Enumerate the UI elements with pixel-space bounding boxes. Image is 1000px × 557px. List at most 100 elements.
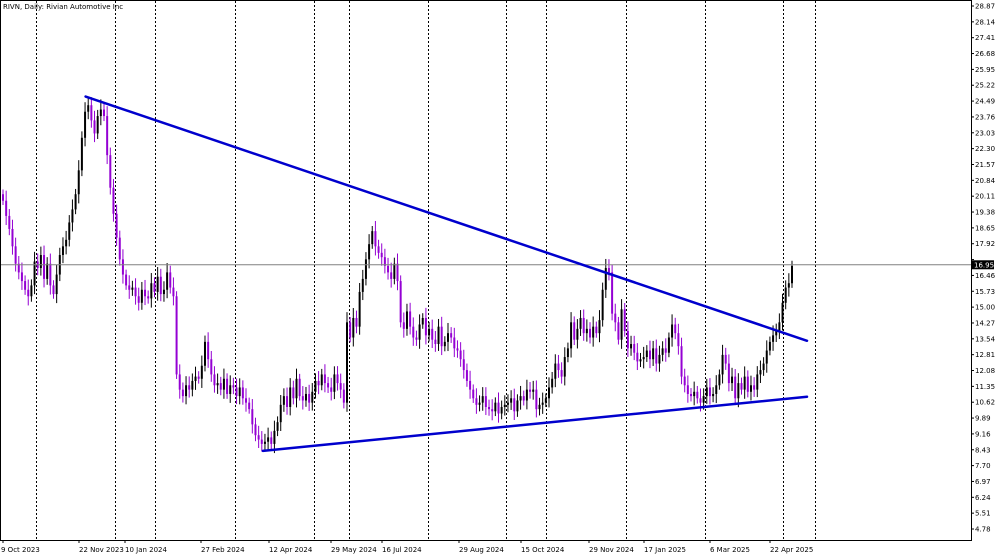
candle-body [721, 354, 724, 375]
time-tick-label: 16 Jul 2024 [382, 546, 422, 554]
candle-body [197, 376, 200, 379]
candle-body [267, 437, 270, 442]
candle-body [131, 287, 134, 290]
candle-body [203, 341, 206, 366]
candle-body [333, 374, 336, 392]
candle-body [462, 359, 465, 371]
candle-body [718, 374, 721, 386]
candle-body [497, 402, 500, 414]
candle-body [368, 244, 371, 260]
candle-body [620, 309, 623, 340]
candle-body [87, 105, 90, 112]
candle-body [390, 272, 393, 279]
price-tick-label: 21.57 [975, 161, 995, 169]
candle [175, 291, 178, 379]
candle-body [705, 387, 708, 397]
candle-body [472, 389, 475, 399]
candle-body [677, 333, 680, 347]
candle-body [683, 376, 686, 386]
candle-body [737, 383, 740, 399]
candle-body [478, 402, 481, 405]
candle-body [241, 387, 244, 399]
candle-body [43, 255, 46, 279]
candle-body [229, 385, 232, 394]
candle-body [522, 396, 525, 401]
candle-body [749, 385, 752, 392]
candle-body [185, 385, 188, 397]
candle-body [582, 317, 585, 334]
candle-body [346, 322, 349, 403]
candle-body [52, 285, 55, 295]
price-tick-label: 5.51 [975, 510, 991, 518]
candle-body [544, 398, 547, 403]
candle-body [102, 109, 105, 117]
candle-body [371, 231, 374, 245]
candle-body [380, 252, 383, 258]
candle-body [778, 322, 781, 332]
candle-body [686, 385, 689, 394]
candle-body [614, 313, 617, 323]
candle-body [405, 311, 408, 329]
candle-body [768, 341, 771, 351]
price-tick-label: 18.65 [975, 224, 995, 232]
price-tick-label: 12.08 [975, 367, 995, 375]
candle-body [781, 302, 784, 323]
candle-body [295, 378, 298, 399]
candle-body [696, 391, 699, 399]
candle-body [412, 326, 415, 338]
candle [399, 275, 402, 328]
candle-body [500, 406, 503, 414]
candle-body [450, 333, 453, 338]
candle-body [213, 374, 216, 386]
candle-body [200, 365, 203, 379]
candle-body [626, 331, 629, 349]
price-tick-label: 9.89 [975, 415, 991, 423]
candle-body [93, 120, 96, 134]
candle-body [311, 391, 314, 403]
candle-body [784, 287, 787, 303]
candle-body [510, 398, 513, 403]
candle-body [547, 387, 550, 399]
price-tick-label: 14.27 [975, 319, 995, 327]
candle-body [658, 354, 661, 364]
candle-body [475, 398, 478, 405]
candle-body [254, 424, 257, 436]
candle-body [756, 374, 759, 390]
candle-body [24, 281, 27, 290]
candle-body [232, 385, 235, 388]
candle-body [175, 296, 178, 375]
candle-body [532, 389, 535, 392]
candle-body [169, 272, 172, 288]
candle-body [121, 259, 124, 275]
candle-body [364, 259, 367, 279]
candle-body [172, 287, 175, 297]
candle-body [488, 406, 491, 410]
candle-body [702, 396, 705, 403]
candle-body [576, 328, 579, 340]
candle-body [731, 376, 734, 384]
time-tick-label: 15 Oct 2024 [521, 546, 565, 554]
candle-body [276, 422, 279, 431]
price-tick-label: 22.30 [975, 145, 995, 153]
candle-body [456, 348, 459, 351]
candle-body [207, 341, 210, 360]
candle-body [39, 255, 42, 269]
candle-body [469, 380, 472, 390]
candle-body [14, 246, 17, 264]
candle-body [592, 326, 595, 338]
candle-body [2, 194, 4, 201]
candle-body [459, 350, 462, 360]
price-tick-label: 9.16 [975, 430, 991, 438]
price-chart[interactable]: 28.87 28.14 27.41 26.68 25.95 25.22 24.49 23.76… [0, 0, 1000, 557]
candle-body [743, 376, 746, 390]
candle-body [557, 363, 560, 371]
candle-body [273, 430, 276, 444]
candle-body [96, 116, 99, 134]
candle-body [140, 289, 143, 303]
candle-body [598, 320, 601, 334]
price-tick-label: 28.14 [975, 18, 996, 26]
candle-body [55, 274, 58, 295]
candle-body [560, 370, 563, 377]
candle-body [519, 396, 522, 401]
candle-body [191, 380, 194, 390]
